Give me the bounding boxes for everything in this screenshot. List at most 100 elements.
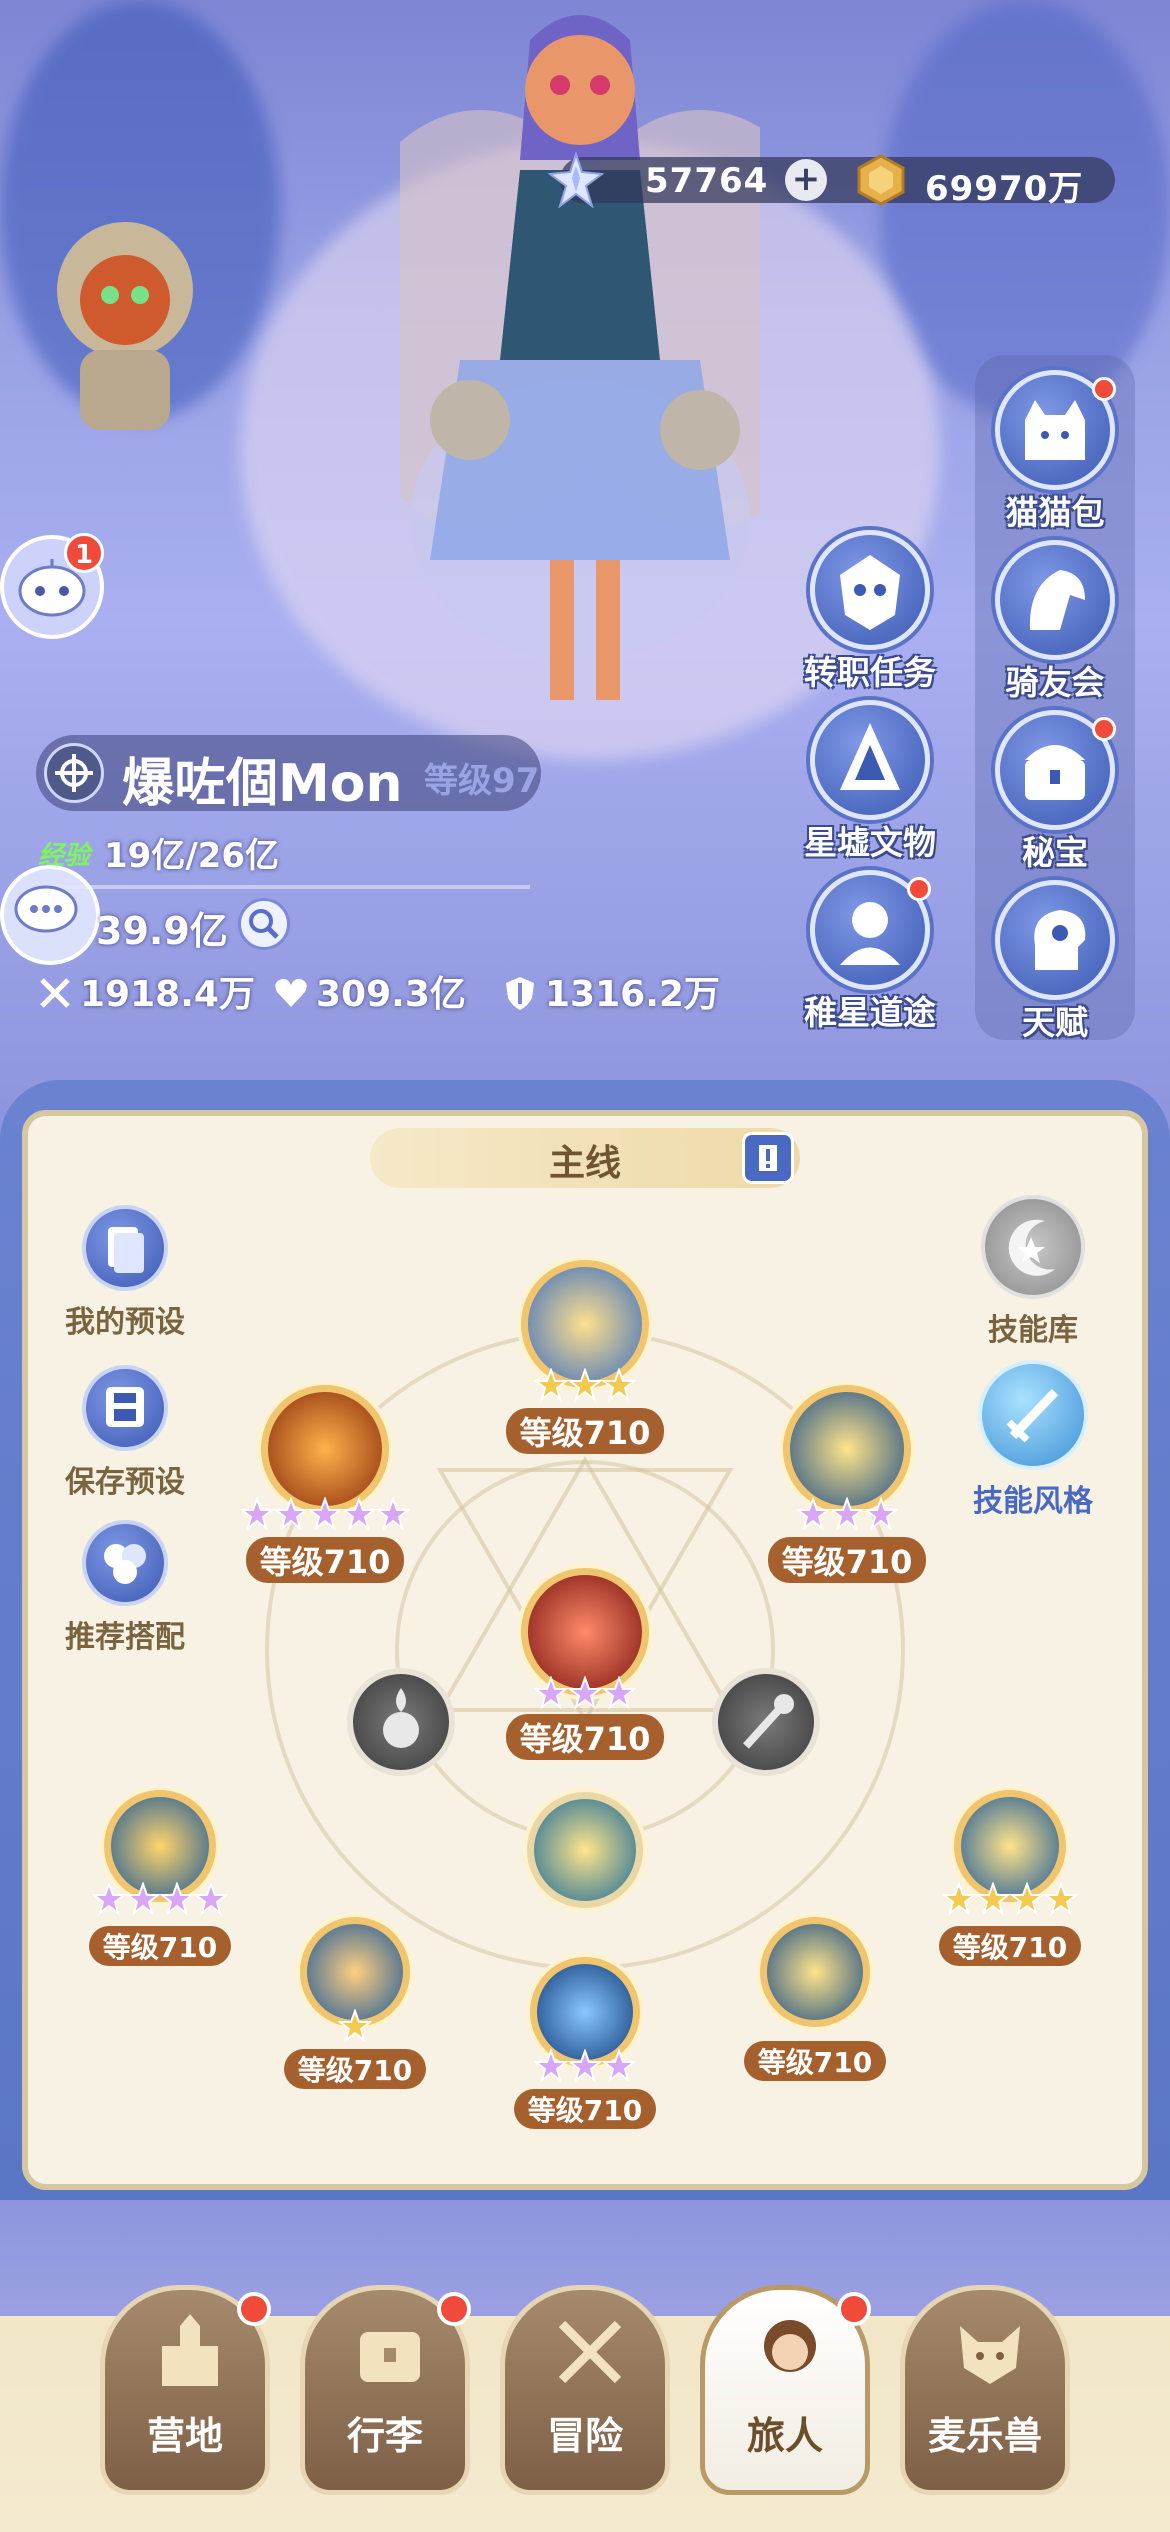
nav-adventure[interactable]: 冒险 bbox=[500, 2285, 670, 2495]
add-crystals-button[interactable]: + bbox=[785, 159, 827, 201]
skill-bottom-center[interactable]: 等级710 bbox=[510, 1957, 660, 2129]
my-preset-button[interactable]: 我的预设 bbox=[45, 1205, 205, 1341]
defense-value: 1316.2万 bbox=[545, 974, 720, 1015]
golden-spear-skill-icon bbox=[760, 1917, 870, 2027]
fox-icon bbox=[960, 2326, 1020, 2384]
recommended-setup-button[interactable]: 推荐搭配 bbox=[45, 1520, 205, 1656]
skill-level: 等级710 bbox=[88, 1926, 232, 1966]
menu-cat-bag[interactable]: 猫猫包 bbox=[975, 370, 1135, 534]
skill-level: 等级710 bbox=[767, 1537, 927, 1583]
crystal-amount: 57764 bbox=[645, 161, 769, 201]
gold-coin-icon bbox=[857, 154, 905, 206]
skill-core[interactable] bbox=[525, 1792, 645, 1908]
skill-stars bbox=[495, 1676, 675, 1714]
skill-stars bbox=[762, 1497, 932, 1535]
player-name-bar[interactable]: 爆咗個Mon 等级97 bbox=[36, 735, 541, 814]
locked-skill-slot-left[interactable] bbox=[347, 1668, 455, 1776]
skill-center-hand[interactable]: 等级710 bbox=[495, 1568, 675, 1760]
menu-treasure[interactable]: 秘宝 bbox=[975, 710, 1135, 874]
robot-badge: 1 bbox=[64, 533, 104, 573]
skill-level: 等级710 bbox=[283, 2049, 427, 2089]
skill-top[interactable]: 等级710 bbox=[505, 1260, 665, 1454]
attack-value: 1918.4万 bbox=[80, 974, 255, 1015]
skill-level: 等级710 bbox=[743, 2041, 887, 2081]
menu-talent[interactable]: 天赋 bbox=[975, 880, 1135, 1044]
skill-far-right[interactable]: 等级710 bbox=[935, 1790, 1085, 1966]
skill-right-blade[interactable]: 等级710 bbox=[762, 1385, 932, 1583]
skill-library-button[interactable]: 技能库 bbox=[953, 1195, 1113, 1349]
crystal-icon bbox=[548, 152, 604, 208]
notification-dot bbox=[1092, 717, 1116, 741]
nav-label: 营地 bbox=[146, 2414, 223, 2458]
skill-style-label: 技能风格 bbox=[973, 1484, 1093, 1519]
currency-bar: 57764 + 69970万 bbox=[548, 152, 1115, 209]
menu-job-quest[interactable]: 转职任务 bbox=[790, 530, 950, 694]
mainline-tab[interactable]: 主线 bbox=[370, 1128, 800, 1188]
save-preset-button[interactable]: 保存预设 bbox=[45, 1365, 205, 1501]
menu-rider-club[interactable]: 骑友会 bbox=[975, 540, 1135, 704]
book-icon[interactable] bbox=[742, 1132, 794, 1184]
skill-stars bbox=[505, 1368, 665, 1406]
treasure-icon bbox=[995, 710, 1116, 830]
blade-strike-skill-icon bbox=[783, 1385, 911, 1513]
hp-value: 309.3亿 bbox=[316, 974, 466, 1015]
hp-stat: 309.3亿 bbox=[272, 965, 466, 1017]
skill-bottom-left[interactable]: 等级710 bbox=[280, 1917, 430, 2089]
skill-stars bbox=[280, 2009, 430, 2047]
skill-stars bbox=[85, 1882, 235, 1920]
power-detail-button[interactable] bbox=[238, 898, 290, 950]
exp-value: 19亿/26亿 bbox=[104, 836, 280, 876]
menu-label: 猫猫包 bbox=[1005, 493, 1105, 532]
menu-star-relic[interactable]: 星墟文物 bbox=[790, 700, 950, 864]
my-preset-label: 我的预设 bbox=[65, 1305, 185, 1340]
skill-bottom-right[interactable]: 等级710 bbox=[740, 1917, 890, 2081]
skill-level: 等级710 bbox=[513, 2089, 657, 2129]
recommend-icon bbox=[82, 1520, 168, 1606]
chest-icon bbox=[360, 2332, 420, 2382]
nav-camp[interactable]: 营地 bbox=[100, 2285, 271, 2495]
recommended-label: 推荐搭配 bbox=[65, 1620, 185, 1655]
skill-far-left[interactable]: 等级710 bbox=[85, 1790, 235, 1966]
skill-stars bbox=[230, 1497, 420, 1535]
crossed-swords-icon bbox=[40, 978, 70, 1008]
menu-label: 秘宝 bbox=[1022, 833, 1088, 872]
mask-icon bbox=[810, 530, 930, 650]
relic-icon bbox=[810, 700, 930, 820]
player-level: 等级97 bbox=[424, 761, 540, 801]
locked-skill-slot-right[interactable] bbox=[712, 1668, 820, 1776]
heart-icon bbox=[275, 978, 307, 1007]
locked-staff-icon bbox=[743, 1694, 794, 1749]
nav-mellow-beast[interactable]: 麦乐兽 bbox=[900, 2285, 1070, 2495]
nav-label: 旅人 bbox=[746, 2414, 823, 2458]
talent-icon bbox=[995, 880, 1115, 1000]
skill-stars bbox=[510, 2049, 660, 2087]
sword-style-icon bbox=[978, 1360, 1088, 1470]
menu-label: 稚星道途 bbox=[804, 993, 936, 1032]
combat-power: 39.9亿 bbox=[96, 909, 228, 953]
skill-level: 等级710 bbox=[505, 1408, 665, 1454]
pet-creature bbox=[57, 222, 193, 430]
player-name: 爆咗個Mon bbox=[122, 754, 403, 814]
notification-dot bbox=[237, 2292, 271, 2326]
defense-stat: 1316.2万 bbox=[501, 965, 720, 1017]
preset-cards-icon bbox=[82, 1205, 168, 1291]
skill-style-button[interactable]: 技能风格 bbox=[953, 1360, 1113, 1520]
horse-icon bbox=[995, 540, 1115, 660]
notification-dot bbox=[437, 2292, 471, 2326]
nav-luggage[interactable]: 行李 bbox=[300, 2285, 471, 2495]
moon-icon bbox=[981, 1195, 1085, 1299]
robot-assistant-button[interactable]: 1 bbox=[0, 533, 104, 639]
flaming-eye-skill-icon bbox=[261, 1385, 389, 1513]
player-character bbox=[400, 15, 760, 700]
skill-level: 等级710 bbox=[505, 1714, 665, 1760]
nav-label: 麦乐兽 bbox=[927, 2414, 1042, 2458]
nav-label: 冒险 bbox=[546, 2414, 623, 2458]
gold-amount: 69970万 bbox=[925, 169, 1084, 209]
menu-star-path[interactable]: 稚星道途 bbox=[790, 870, 950, 1034]
attack-stat: 1918.4万 bbox=[36, 965, 255, 1017]
chat-button[interactable] bbox=[0, 865, 100, 965]
skill-left-eye[interactable]: 等级710 bbox=[230, 1385, 420, 1583]
nav-label: 行李 bbox=[346, 2414, 423, 2458]
notification-dot bbox=[1092, 377, 1116, 401]
nav-traveler[interactable]: 旅人 bbox=[700, 2285, 871, 2495]
